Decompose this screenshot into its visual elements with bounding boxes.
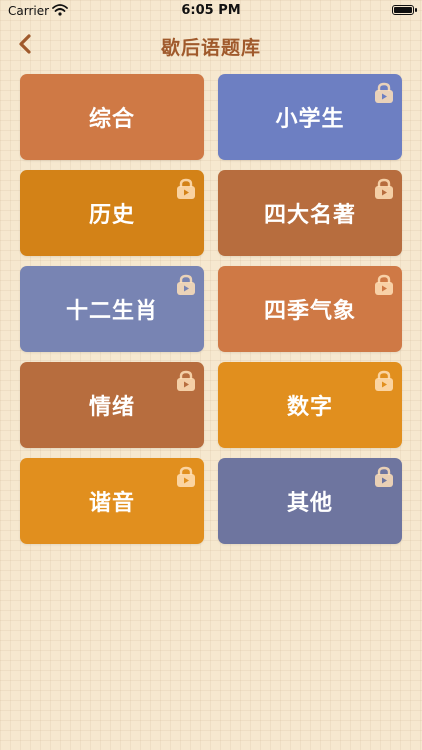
category-label: 谐音 <box>88 491 135 516</box>
status-time: 6:05 PM <box>181 3 241 18</box>
category-label: 情绪 <box>88 395 135 420</box>
category-label: 其他 <box>286 491 333 516</box>
category-label: 综合 <box>88 107 135 132</box>
lock-icon <box>374 82 394 104</box>
lock-icon <box>374 370 394 392</box>
lock-icon <box>176 370 196 392</box>
category-grid: 综合 小学生历史 四大名著十二生肖 四季气象情绪 数字谐音 其他 <box>20 74 402 544</box>
category-tile[interactable]: 其他 <box>218 458 402 544</box>
status-bar: Carrier 6:05 PM <box>0 0 422 22</box>
lock-icon <box>374 274 394 296</box>
category-tile[interactable]: 数字 <box>218 362 402 448</box>
category-label: 数字 <box>286 395 333 420</box>
category-tile[interactable]: 四大名著 <box>218 170 402 256</box>
lock-icon <box>374 466 394 488</box>
category-tile[interactable]: 历史 <box>20 170 204 256</box>
category-label: 四季气象 <box>263 299 356 324</box>
lock-icon <box>374 178 394 200</box>
category-tile[interactable]: 综合 <box>20 74 204 160</box>
category-tile[interactable]: 十二生肖 <box>20 266 204 352</box>
category-tile[interactable]: 小学生 <box>218 74 402 160</box>
category-tile[interactable]: 四季气象 <box>218 266 402 352</box>
lock-icon <box>176 178 196 200</box>
category-tile[interactable]: 谐音 <box>20 458 204 544</box>
category-label: 四大名著 <box>263 203 356 228</box>
battery-icon <box>392 5 417 15</box>
category-tile[interactable]: 情绪 <box>20 362 204 448</box>
category-label: 历史 <box>88 203 135 228</box>
category-label: 十二生肖 <box>65 299 158 324</box>
category-label: 小学生 <box>275 107 345 132</box>
lock-icon <box>176 466 196 488</box>
lock-icon <box>176 274 196 296</box>
navigation-bar: 歇后语题库 <box>0 22 422 66</box>
page-title: 歇后语题库 <box>160 37 261 59</box>
